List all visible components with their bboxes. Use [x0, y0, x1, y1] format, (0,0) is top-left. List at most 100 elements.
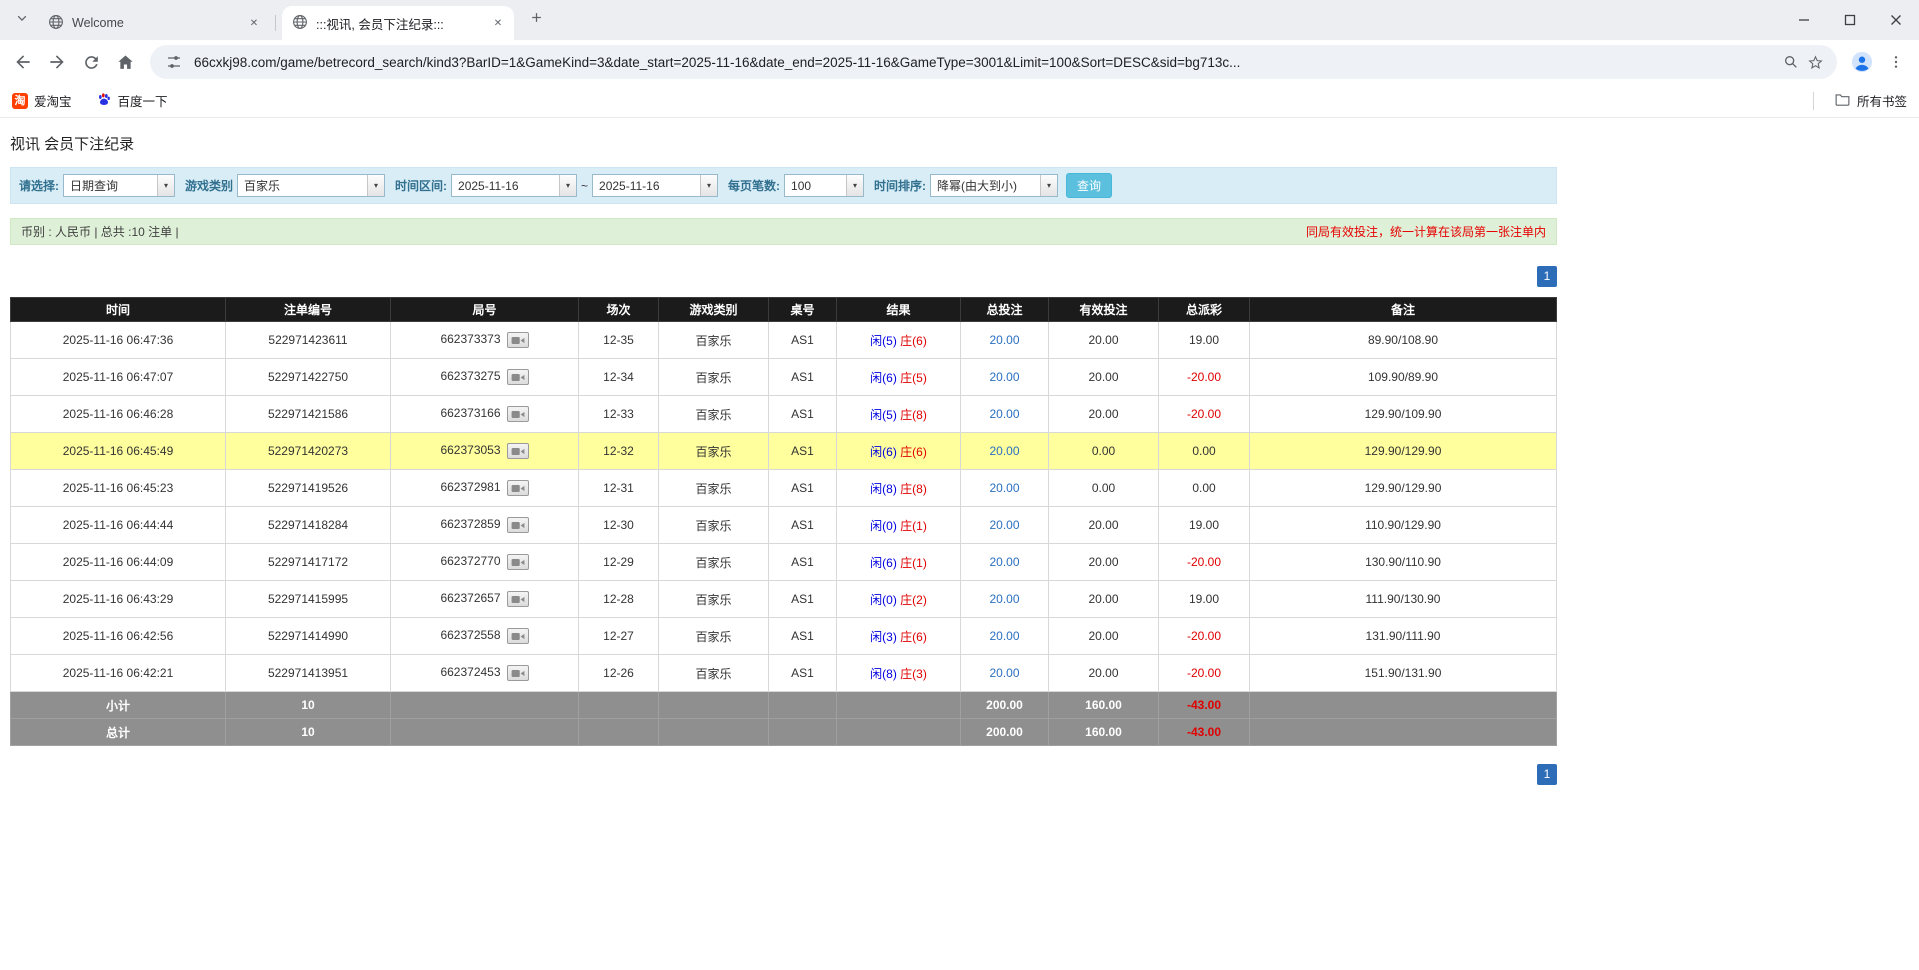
page-size-select[interactable]: 100 ▾ [784, 174, 864, 197]
all-bookmarks-label: 所有书签 [1857, 91, 1907, 110]
all-bookmarks-button[interactable]: 所有书签 [1813, 91, 1907, 111]
table-no-cell: AS1 [769, 433, 837, 470]
remark-cell: 129.90/129.90 [1250, 470, 1557, 507]
result-cell: 闲(0) 庄(1) [837, 507, 961, 544]
result-cell: 闲(6) 庄(1) [837, 544, 961, 581]
video-replay-icon[interactable] [507, 665, 529, 681]
video-replay-icon[interactable] [507, 443, 529, 459]
back-button[interactable] [6, 45, 40, 79]
round-cell: 662372558 [391, 618, 579, 655]
tab-bet-records[interactable]: :::视讯, 会员下注纪录::: ✕ [282, 6, 514, 40]
tab-close-icon[interactable]: ✕ [246, 15, 262, 31]
total-bet-link[interactable]: 20.00 [989, 333, 1019, 347]
tab-search-button[interactable] [8, 6, 36, 34]
home-button[interactable] [108, 45, 142, 79]
game-type-cell: 百家乐 [659, 544, 769, 581]
time-cell: 2025-11-16 06:42:56 [11, 618, 226, 655]
total-bet-link[interactable]: 20.00 [989, 629, 1019, 643]
sort-select[interactable]: 降幂(由大到小) ▾ [930, 174, 1058, 197]
address-bar[interactable]: 66cxkj98.com/game/betrecord_search/kind3… [150, 45, 1837, 79]
banker-result: 庄(6) [900, 334, 927, 348]
bet-id-cell: 522971419526 [226, 470, 391, 507]
game-type-cell: 百家乐 [659, 618, 769, 655]
game-type-cell: 百家乐 [659, 470, 769, 507]
video-replay-icon[interactable] [507, 406, 529, 422]
valid-bet-cell: 0.00 [1049, 470, 1159, 507]
video-replay-icon[interactable] [507, 554, 529, 570]
table-no-cell: AS1 [769, 655, 837, 692]
page-1-button[interactable]: 1 [1537, 764, 1557, 785]
table-row: 2025-11-16 06:45:49522971420273662373053… [11, 433, 1557, 470]
chevron-down-icon: ▾ [367, 175, 384, 196]
total-bet-link[interactable]: 20.00 [989, 666, 1019, 680]
total-bet-link[interactable]: 20.00 [989, 370, 1019, 384]
video-replay-icon[interactable] [507, 480, 529, 496]
game-type-cell: 百家乐 [659, 581, 769, 618]
video-replay-icon[interactable] [507, 369, 529, 385]
video-replay-icon[interactable] [507, 591, 529, 607]
url-text: 66cxkj98.com/game/betrecord_search/kind3… [194, 55, 1771, 70]
total-bet-link[interactable]: 20.00 [989, 592, 1019, 606]
site-settings-icon[interactable] [162, 50, 186, 74]
bet-records-table: 时间注单编号局号场次游戏类别桌号结果总投注有效投注总派彩备注 2025-11-1… [10, 297, 1557, 746]
bookmark-baidu[interactable]: 百度一下 [96, 91, 168, 110]
total-bet-link[interactable]: 20.00 [989, 518, 1019, 532]
valid-bet-cell: 20.00 [1049, 396, 1159, 433]
zoom-icon[interactable] [1779, 50, 1803, 74]
tab-close-icon[interactable]: ✕ [490, 15, 506, 31]
result-cell: 闲(5) 庄(6) [837, 322, 961, 359]
total-bet-cell: 20.00 [961, 433, 1049, 470]
video-replay-icon[interactable] [507, 517, 529, 533]
total-bet-link[interactable]: 20.00 [989, 481, 1019, 495]
column-header-8: 有效投注 [1049, 298, 1159, 322]
total-bet-cell: 20.00 [961, 581, 1049, 618]
close-button[interactable] [1873, 0, 1919, 40]
tab-welcome[interactable]: Welcome ✕ [38, 6, 270, 40]
search-button[interactable]: 查询 [1066, 173, 1112, 198]
result-cell: 闲(5) 庄(8) [837, 396, 961, 433]
pagination-top: 1 [10, 266, 1557, 287]
column-header-10: 备注 [1250, 298, 1557, 322]
video-replay-icon[interactable] [507, 628, 529, 644]
browser-menu-icon[interactable] [1879, 45, 1913, 79]
total-bet-cell: 20.00 [961, 359, 1049, 396]
column-header-4: 游戏类别 [659, 298, 769, 322]
bookmark-label: 百度一下 [118, 91, 168, 110]
minimize-button[interactable] [1781, 0, 1827, 40]
chevron-down-icon: ▾ [559, 175, 576, 196]
total-bet-link[interactable]: 20.00 [989, 555, 1019, 569]
new-tab-button[interactable] [522, 6, 550, 34]
summary-cell [391, 719, 579, 746]
summary-cell: -43.00 [1159, 719, 1250, 746]
session-cell: 12-34 [579, 359, 659, 396]
refresh-button[interactable] [74, 45, 108, 79]
summary-cell [837, 692, 961, 719]
browser-window: Welcome ✕ :::视讯, 会员下注纪录::: ✕ [0, 0, 1919, 118]
total-bet-link[interactable]: 20.00 [989, 407, 1019, 421]
chevron-down-icon: ▾ [1040, 175, 1057, 196]
remark-cell: 89.90/108.90 [1250, 322, 1557, 359]
profile-avatar[interactable] [1845, 45, 1879, 79]
bookmark-star-icon[interactable] [1803, 50, 1827, 74]
date-end-select[interactable]: 2025-11-16 ▾ [592, 174, 718, 197]
page-1-button[interactable]: 1 [1537, 266, 1557, 287]
remark-cell: 131.90/111.90 [1250, 618, 1557, 655]
banker-result: 庄(6) [900, 630, 927, 644]
summary-cell [391, 692, 579, 719]
total-bet-link[interactable]: 20.00 [989, 444, 1019, 458]
column-header-1: 注单编号 [226, 298, 391, 322]
banker-result: 庄(1) [900, 519, 927, 533]
bookmark-taobao[interactable]: 淘 爱淘宝 [12, 91, 72, 110]
folder-icon [1834, 91, 1851, 111]
forward-button[interactable] [40, 45, 74, 79]
video-replay-icon[interactable] [507, 332, 529, 348]
banker-result: 庄(1) [900, 556, 927, 570]
page-size-value: 100 [785, 175, 846, 196]
total-bet-cell: 20.00 [961, 544, 1049, 581]
query-type-select[interactable]: 日期查询 ▾ [63, 174, 175, 197]
maximize-button[interactable] [1827, 0, 1873, 40]
bet-id-cell: 522971422750 [226, 359, 391, 396]
date-start-select[interactable]: 2025-11-16 ▾ [451, 174, 577, 197]
chevron-down-icon: ▾ [157, 175, 174, 196]
game-type-select[interactable]: 百家乐 ▾ [237, 174, 385, 197]
